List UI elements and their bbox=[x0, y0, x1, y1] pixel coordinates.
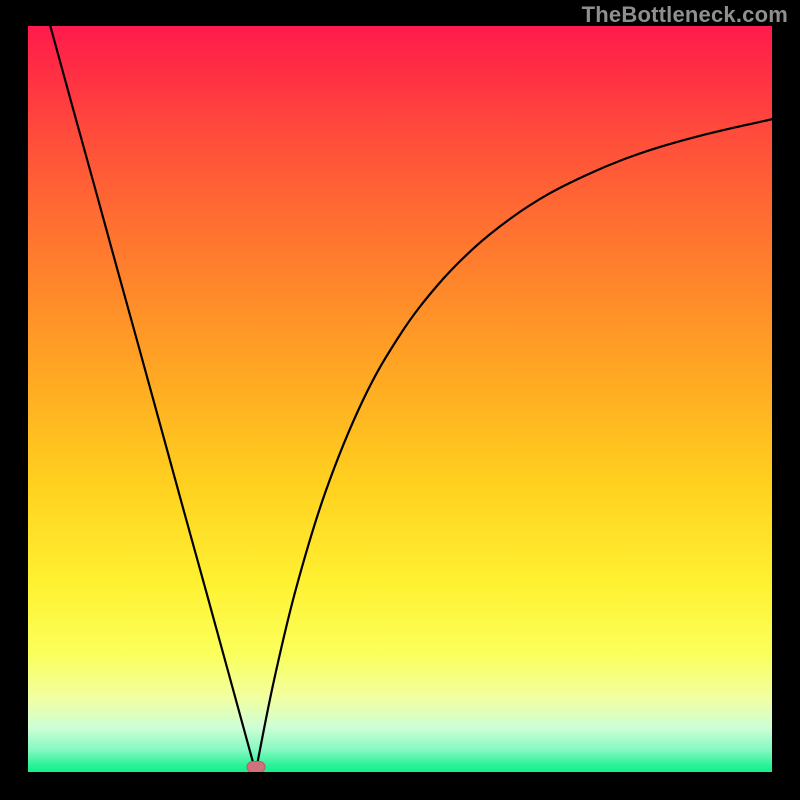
right-branch-line bbox=[256, 119, 772, 772]
plot-area bbox=[28, 26, 772, 772]
chart-frame: TheBottleneck.com bbox=[0, 0, 800, 800]
minimum-marker bbox=[246, 761, 265, 772]
left-branch-line bbox=[50, 26, 255, 772]
curve-layer bbox=[28, 26, 772, 772]
watermark-text: TheBottleneck.com bbox=[582, 2, 788, 28]
